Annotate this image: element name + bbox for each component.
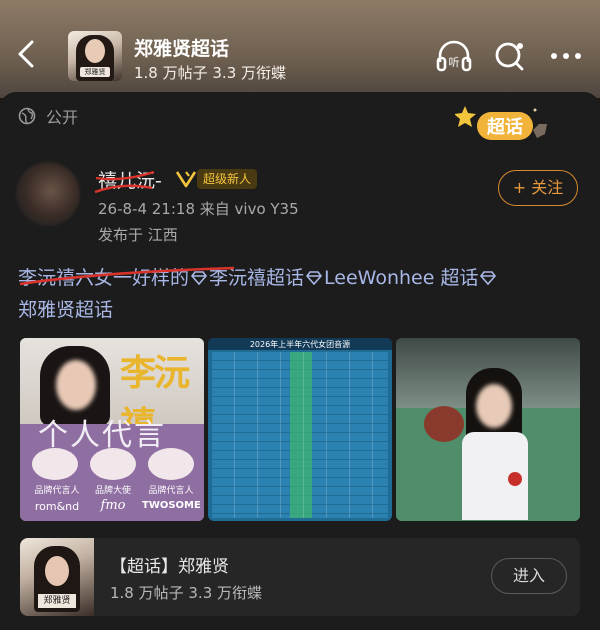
link-card-title: 【超话】郑雅贤 — [110, 557, 229, 577]
author-avatar[interactable] — [16, 162, 80, 226]
post-location: 发布于 江西 — [98, 226, 178, 244]
post-image-1[interactable]: 李沅禧 个人代言 品牌代言人 品牌大使 品牌代言人 rom&nd fmo TWO… — [20, 338, 204, 521]
scribble-mark — [19, 266, 235, 286]
vip-icon — [175, 171, 197, 188]
post-image-3[interactable] — [396, 338, 580, 521]
post-image-2[interactable]: 2026年上半年六代女团音源 — [208, 338, 392, 521]
back-arrow-icon[interactable] — [12, 36, 42, 72]
search-icon[interactable] — [490, 38, 530, 74]
brand-label: 品牌代言人 — [34, 486, 80, 496]
brand-name: fmo — [100, 498, 126, 513]
follow-button[interactable]: + 关注 — [498, 170, 578, 206]
brand-name: rom&nd — [34, 500, 80, 513]
enter-button[interactable]: 进入 — [491, 558, 567, 594]
avatar-label: 郑雅贤 — [80, 67, 110, 77]
thumbnail-label: 郑雅贤 — [38, 594, 76, 608]
more-icon[interactable] — [546, 38, 586, 74]
link-card-thumbnail: 郑雅贤 — [20, 538, 94, 616]
link-card-subtitle: 1.8 万帖子 3.3 万衔蝶 — [110, 584, 263, 602]
brand-label: 品牌大使 — [94, 486, 131, 496]
supertopic-badge-icon: 超话 — [455, 106, 547, 140]
brand-label: 品牌代言人 — [148, 486, 194, 496]
listen-icon[interactable]: 听 — [434, 38, 474, 74]
supertopic-avatar[interactable]: 郑雅贤 — [68, 31, 122, 81]
visibility-label: 公开 — [46, 108, 79, 127]
scribble-mark — [94, 170, 155, 194]
image-title: 2026年上半年六代女团音源 — [249, 340, 351, 349]
diamond-icon — [306, 271, 323, 285]
topic-link[interactable]: LeeWonhee 超话 — [324, 267, 478, 289]
brand-name: TWOSOME — [142, 500, 201, 511]
svg-text:听: 听 — [449, 56, 460, 69]
topic-link[interactable]: 郑雅贤超话 — [18, 299, 113, 321]
page-title: 郑雅贤超话 — [134, 38, 230, 60]
page-subtitle: 1.8 万帖子 3.3 万衔蝶 — [134, 64, 287, 82]
supertopic-link-card[interactable]: 郑雅贤 【超话】郑雅贤 1.8 万帖子 3.3 万衔蝶 进入 — [20, 538, 580, 616]
svg-text:超话: 超话 — [487, 116, 523, 138]
diamond-icon — [480, 271, 497, 285]
level-badge: 超级新人 — [197, 169, 258, 189]
post-time: 26-8-4 21:18 来自 vivo Y35 — [98, 200, 299, 218]
